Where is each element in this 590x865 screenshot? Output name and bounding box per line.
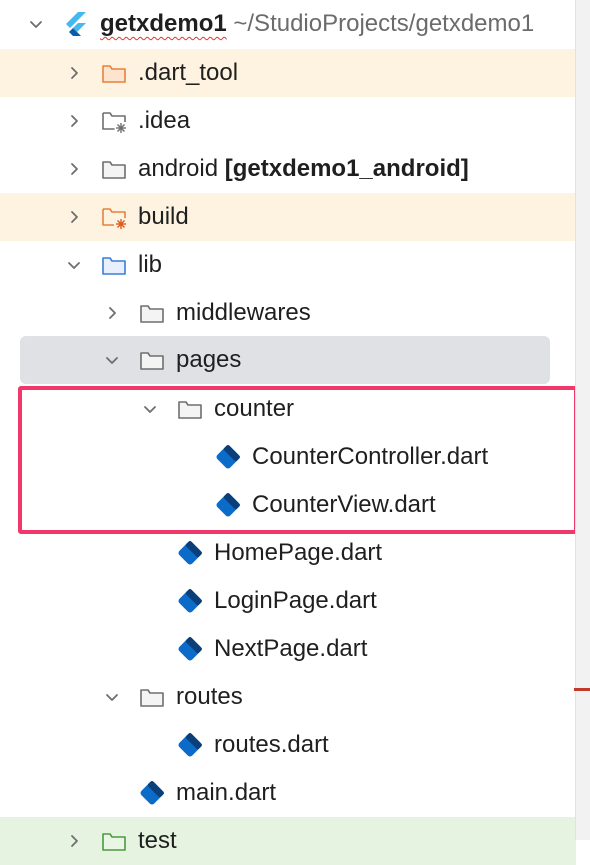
tree-item-build[interactable]: build xyxy=(0,193,576,241)
config-folder-icon xyxy=(100,107,128,135)
tree-item-dart-tool[interactable]: .dart_tool xyxy=(0,49,576,97)
dart-file-icon xyxy=(176,731,204,759)
tree-item-label: HomePage.dart xyxy=(214,539,383,566)
tree-item-android[interactable]: android [getxdemo1_android] xyxy=(0,145,576,193)
tree-item-label: CounterController.dart xyxy=(252,443,489,470)
project-path: ~/StudioProjects/getxdemo1 xyxy=(233,10,535,37)
folder-icon xyxy=(138,683,166,711)
test-folder-icon xyxy=(100,827,128,855)
tree-item-routes[interactable]: routes xyxy=(0,673,576,721)
tree-item-label: .idea xyxy=(138,107,191,134)
tree-item-label: middlewares xyxy=(176,299,311,326)
excluded-folder-icon xyxy=(100,59,128,87)
excluded-folder-icon xyxy=(100,203,128,231)
tree-item-label: build xyxy=(138,203,189,230)
chevron-down-icon[interactable] xyxy=(100,685,124,709)
tree-item-idea[interactable]: .idea xyxy=(0,97,576,145)
source-folder-icon xyxy=(100,251,128,279)
tree-item-test[interactable]: test xyxy=(0,817,576,865)
tree-item-main-dart[interactable]: main.dart xyxy=(0,769,576,817)
dart-file-icon xyxy=(176,539,204,567)
tree-item-pages[interactable]: pages xyxy=(20,336,550,384)
chevron-right-icon[interactable] xyxy=(100,301,124,325)
chevron-right-icon[interactable] xyxy=(62,205,86,229)
tree-item-middlewares[interactable]: middlewares xyxy=(0,289,576,337)
tree-item-label: pages xyxy=(176,346,242,373)
dart-file-icon xyxy=(138,779,166,807)
dart-file-icon xyxy=(176,587,204,615)
dart-file-icon xyxy=(214,491,242,519)
project-root-row[interactable]: getxdemo1 ~/StudioProjects/getxdemo1 xyxy=(0,0,576,48)
tree-item-loginpage-dart[interactable]: LoginPage.dart xyxy=(0,577,576,625)
dart-file-icon xyxy=(214,443,242,471)
tree-item-homepage-dart[interactable]: HomePage.dart xyxy=(0,529,576,577)
project-label: getxdemo1 ~/StudioProjects/getxdemo1 xyxy=(100,0,534,48)
chevron-down-icon[interactable] xyxy=(100,348,124,372)
tree-item-label: routes xyxy=(176,683,243,710)
vertical-scrollbar[interactable] xyxy=(575,0,590,840)
tree-item-label: .dart_tool xyxy=(138,59,239,86)
tree-item-label: lib xyxy=(138,251,163,278)
folder-icon xyxy=(176,395,204,423)
folder-icon xyxy=(138,299,166,327)
dart-file-icon xyxy=(176,635,204,663)
module-name: [getxdemo1_android] xyxy=(224,155,469,182)
folder-name: android xyxy=(138,155,219,182)
tree-item-label: routes.dart xyxy=(214,731,329,758)
tree-item-countercontroller-dart[interactable]: CounterController.dart xyxy=(0,433,576,481)
tree-item-label: android [getxdemo1_android] xyxy=(138,145,469,193)
tree-item-label: LoginPage.dart xyxy=(214,587,377,614)
tree-item-label: CounterView.dart xyxy=(252,491,436,518)
flutter-icon xyxy=(62,10,90,38)
chevron-down-icon[interactable] xyxy=(24,12,48,36)
chevron-right-icon[interactable] xyxy=(62,829,86,853)
chevron-right-icon[interactable] xyxy=(62,61,86,85)
tree-item-nextpage-dart[interactable]: NextPage.dart xyxy=(0,625,576,673)
tree-item-label: counter xyxy=(214,395,295,422)
folder-icon xyxy=(138,346,166,374)
tree-item-counter[interactable]: counter xyxy=(0,385,576,433)
chevron-down-icon[interactable] xyxy=(62,253,86,277)
tree-item-routes-dart[interactable]: routes.dart xyxy=(0,721,576,769)
error-marker xyxy=(574,688,590,691)
chevron-right-icon[interactable] xyxy=(62,109,86,133)
chevron-down-icon[interactable] xyxy=(138,397,162,421)
tree-item-label: test xyxy=(138,827,177,854)
tree-item-counterview-dart[interactable]: CounterView.dart xyxy=(0,481,576,529)
tree-item-lib[interactable]: lib xyxy=(0,241,576,289)
project-name: getxdemo1 xyxy=(100,10,227,37)
chevron-right-icon[interactable] xyxy=(62,157,86,181)
folder-icon xyxy=(100,155,128,183)
tree-item-label: NextPage.dart xyxy=(214,635,368,662)
tree-item-label: main.dart xyxy=(176,779,277,806)
